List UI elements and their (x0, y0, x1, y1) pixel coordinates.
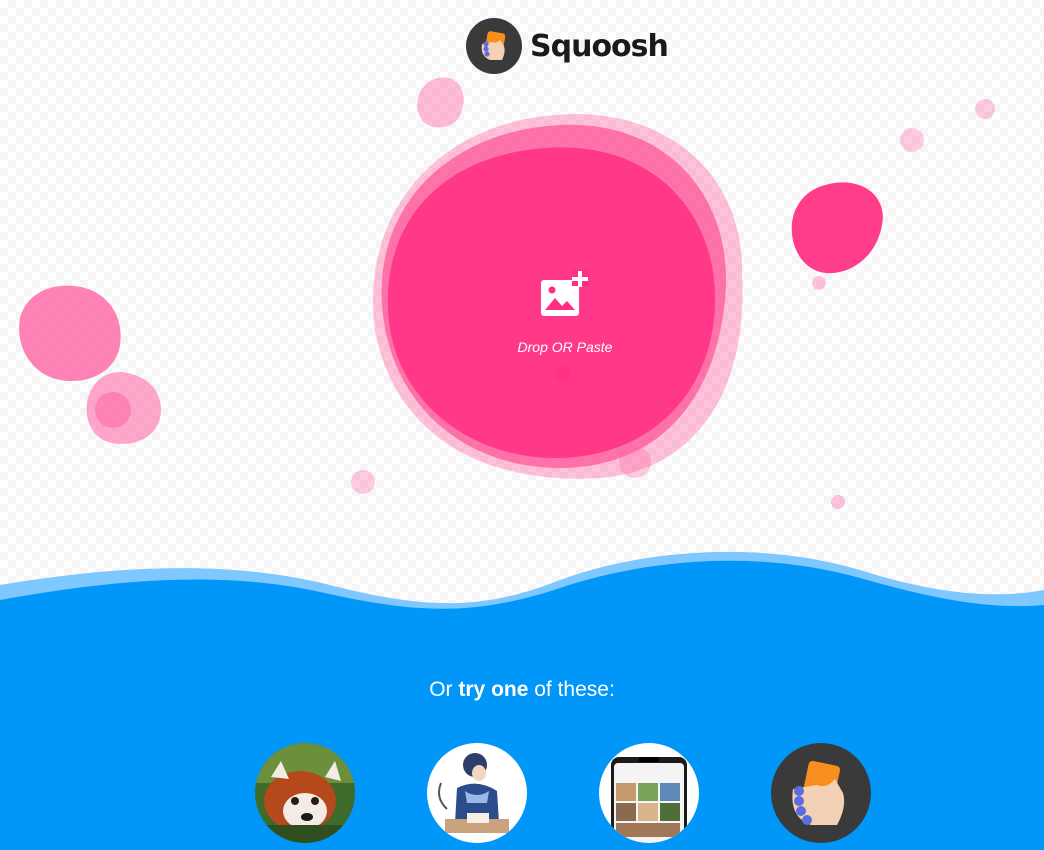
demo-squoosh-logo[interactable] (771, 743, 871, 843)
demo-phone-screenshot[interactable] (599, 743, 699, 843)
demo-red-panda[interactable] (255, 743, 355, 843)
image-drop-zone[interactable]: Drop OR Paste (455, 250, 675, 380)
demo-illustration-woman[interactable] (427, 743, 527, 843)
try-samples-heading: Or try one of these: (429, 678, 615, 701)
drop-or-paste-label: Drop OR Paste (517, 339, 613, 355)
add-image-icon (539, 270, 591, 325)
demo-images-list (255, 743, 871, 843)
